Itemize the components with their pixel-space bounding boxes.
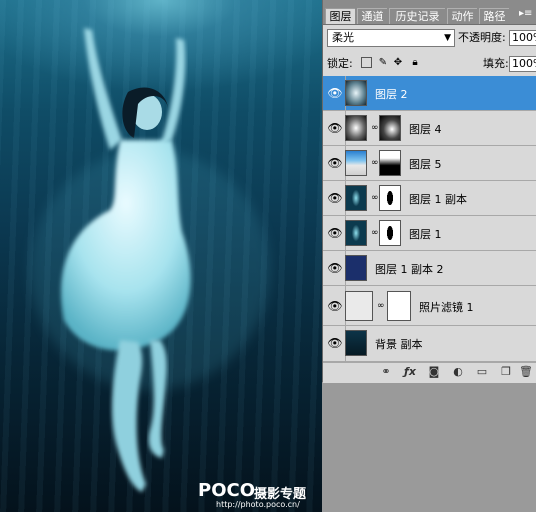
layer-name: 背景 副本: [375, 338, 423, 351]
layer-thumbnail: [345, 330, 367, 356]
watermark-url: http://photo.poco.cn/: [216, 500, 300, 509]
poco-logo: POCO: [198, 480, 256, 501]
eye-icon[interactable]: 👁︎: [327, 120, 343, 136]
dancer-figure: [30, 28, 270, 492]
blend-mode-select[interactable]: 柔光 ▼: [327, 29, 455, 47]
opacity-field[interactable]: 100%: [509, 30, 536, 46]
mask-thumbnail: [379, 150, 401, 176]
tab-paths[interactable]: 路径: [479, 8, 509, 24]
eye-icon[interactable]: 👁︎: [327, 298, 343, 314]
layer-thumbnail: [345, 80, 367, 106]
eye-icon[interactable]: 👁︎: [327, 225, 343, 241]
link-icon: ∞: [377, 301, 385, 311]
lock-pixels-icon[interactable]: ✎: [377, 57, 389, 69]
layer-name: 图层 4: [409, 123, 442, 136]
layer-row[interactable]: 👁︎ ∞ 图层 5: [323, 146, 536, 181]
link-icon: ∞: [371, 228, 379, 238]
lock-row: 锁定: ✎ ✥ 🔒︎ 填充: 100%: [323, 54, 536, 74]
fill-field[interactable]: 100%: [509, 56, 536, 72]
link-icon: ∞: [371, 123, 379, 133]
mask-thumbnail: [379, 185, 401, 211]
underwater-photo: POCO 摄影专题 http://photo.poco.cn/: [0, 0, 322, 512]
panel-menu-icon[interactable]: ▸≡: [519, 6, 532, 22]
layer-thumbnail: [345, 220, 367, 246]
chevron-down-icon: ▼: [444, 33, 451, 43]
layer-row[interactable]: 👁︎ ∞ 照片滤镜 1: [323, 286, 536, 326]
eye-icon[interactable]: 👁︎: [327, 85, 343, 101]
blend-mode-value: 柔光: [332, 31, 354, 44]
fx-icon[interactable]: ƒx: [403, 365, 417, 379]
mask-thumbnail: [387, 291, 411, 321]
layer-thumbnail: [345, 255, 367, 281]
panel-tab-bar: 图层 通道 历史记录 动作 路径 ▸≡: [323, 0, 536, 25]
new-group-icon[interactable]: ▭: [475, 365, 489, 379]
layer-thumbnail: [345, 115, 367, 141]
layer-thumbnail: [345, 150, 367, 176]
eye-icon[interactable]: 👁︎: [327, 260, 343, 276]
tab-actions[interactable]: 动作: [447, 8, 477, 24]
layer-row[interactable]: 👁︎ 图层 2: [323, 76, 536, 111]
layer-name: 图层 5: [409, 158, 442, 171]
link-icon: ∞: [371, 158, 379, 168]
lock-label: 锁定:: [327, 57, 353, 70]
lock-transparency-icon[interactable]: [361, 57, 372, 68]
layer-row[interactable]: 👁︎ ∞ 图层 4: [323, 111, 536, 146]
lock-all-icon[interactable]: 🔒︎: [409, 57, 421, 69]
photo-filter-icon: [345, 291, 373, 321]
mask-thumbnail: [379, 220, 401, 246]
layer-row[interactable]: 👁︎ 图层 1 副本 2: [323, 251, 536, 286]
watermark: POCO 摄影专题 http://photo.poco.cn/: [198, 480, 320, 510]
opacity-label: 不透明度:: [458, 31, 506, 44]
eye-icon[interactable]: 👁︎: [327, 335, 343, 351]
eye-icon[interactable]: 👁︎: [327, 190, 343, 206]
blend-row: 柔光 ▼ 不透明度: 100%: [323, 28, 536, 50]
new-layer-icon[interactable]: ❐: [499, 365, 513, 379]
lock-position-icon[interactable]: ✥: [392, 57, 404, 69]
fill-label: 填充:: [483, 57, 509, 70]
add-mask-icon[interactable]: ◙: [427, 365, 441, 379]
layer-name: 照片滤镜 1: [419, 301, 474, 314]
layer-name: 图层 2: [375, 88, 408, 101]
tab-layers[interactable]: 图层: [325, 8, 355, 24]
trash-icon[interactable]: 🗑︎: [519, 365, 533, 379]
layer-name: 图层 1 副本 2: [375, 263, 444, 276]
layers-panel: 图层 通道 历史记录 动作 路径 ▸≡ 柔光 ▼ 不透明度: 100% 锁定: …: [322, 0, 536, 383]
link-layers-icon[interactable]: ⚭: [379, 365, 393, 379]
layer-list: 👁︎ 图层 2 👁︎ ∞ 图层 4 👁︎ ∞ 图层 5 👁︎ ∞ 图层 1 副本: [323, 76, 536, 367]
eye-icon[interactable]: 👁︎: [327, 155, 343, 171]
layer-thumbnail: [345, 185, 367, 211]
link-icon: ∞: [371, 193, 379, 203]
layer-name: 图层 1: [409, 228, 442, 241]
tab-channels[interactable]: 通道: [357, 8, 387, 24]
adjustment-layer-icon[interactable]: ◐: [451, 365, 465, 379]
layer-row[interactable]: 👁︎ ∞ 图层 1: [323, 216, 536, 251]
mask-thumbnail: [379, 115, 401, 141]
layer-toolbar: ⚭ ƒx ◙ ◐ ▭ ❐ 🗑︎: [323, 362, 536, 383]
tab-history[interactable]: 历史记录: [389, 8, 445, 24]
layer-row[interactable]: 👁︎ ∞ 图层 1 副本: [323, 181, 536, 216]
layer-name: 图层 1 副本: [409, 193, 467, 206]
layer-row[interactable]: 👁︎ 背景 副本: [323, 326, 536, 362]
